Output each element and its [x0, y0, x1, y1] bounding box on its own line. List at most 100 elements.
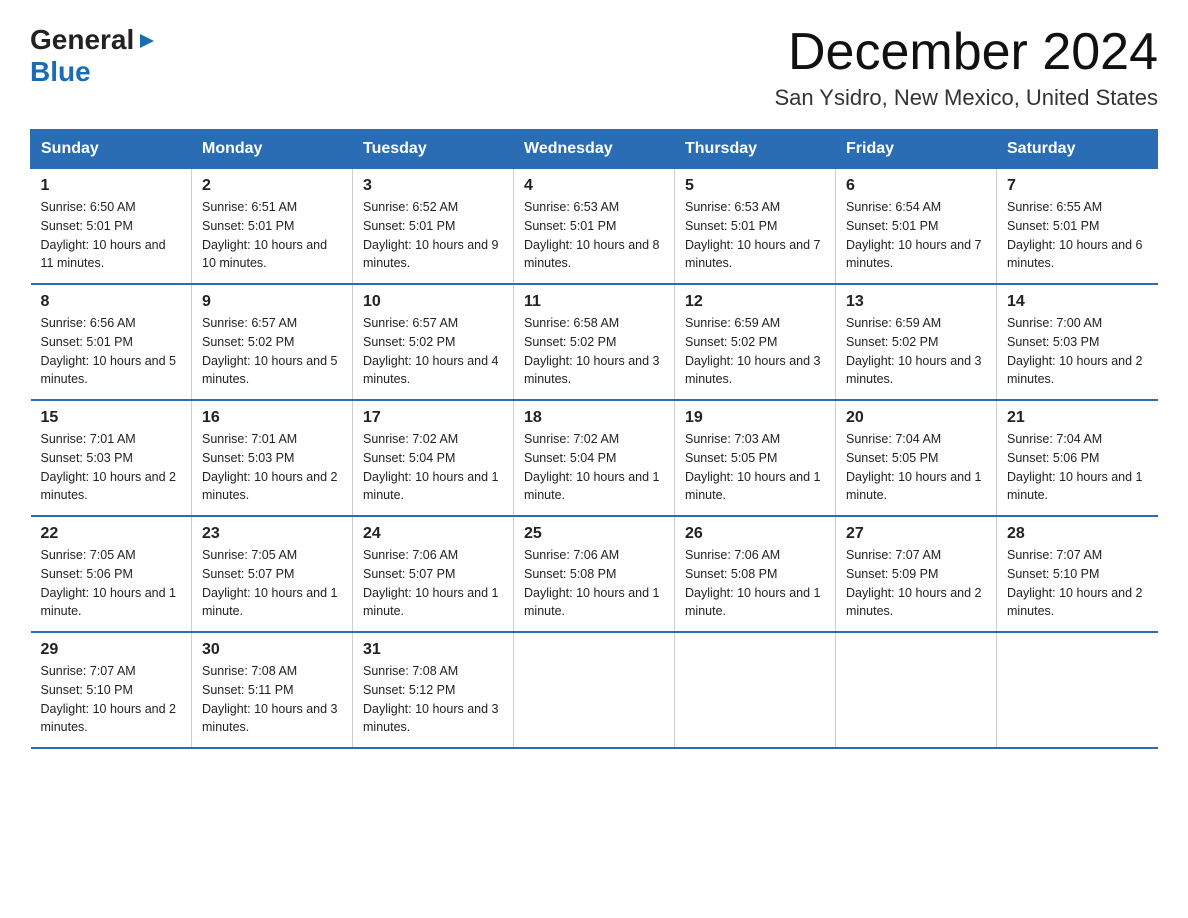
calendar-day-cell — [997, 632, 1158, 748]
day-number: 21 — [1007, 409, 1148, 427]
day-info: Sunrise: 7:07 AMSunset: 5:10 PMDaylight:… — [41, 662, 182, 737]
calendar-day-cell: 5Sunrise: 6:53 AMSunset: 5:01 PMDaylight… — [675, 169, 836, 285]
calendar-day-cell: 28 Sunrise: 7:07 AMSunset: 5:10 PMDayligh… — [997, 516, 1158, 632]
day-number: 1 — [41, 177, 182, 195]
header-friday: Friday — [836, 130, 997, 169]
calendar-week-row: 1Sunrise: 6:50 AMSunset: 5:01 PMDaylight… — [31, 169, 1158, 285]
calendar-day-cell: 13Sunrise: 6:59 AMSunset: 5:02 PMDayligh… — [836, 284, 997, 400]
calendar-header-row: SundayMondayTuesdayWednesdayThursdayFrid… — [31, 130, 1158, 169]
day-number: 17 — [363, 409, 503, 427]
logo-triangle-icon — [136, 30, 158, 52]
calendar-day-cell: 19 Sunrise: 7:03 AMSunset: 5:05 PMDayligh… — [675, 400, 836, 516]
day-number: 26 — [685, 525, 825, 543]
day-number: 14 — [1007, 293, 1148, 311]
day-info: Sunrise: 6:54 AMSunset: 5:01 PMDaylight:… — [846, 198, 986, 273]
day-number: 13 — [846, 293, 986, 311]
day-number: 16 — [202, 409, 342, 427]
calendar-day-cell: 3Sunrise: 6:52 AMSunset: 5:01 PMDaylight… — [353, 169, 514, 285]
day-info: Sunrise: 7:03 AMSunset: 5:05 PMDaylight:… — [685, 430, 825, 505]
calendar-day-cell — [514, 632, 675, 748]
calendar-day-cell: 17 Sunrise: 7:02 AMSunset: 5:04 PMDayligh… — [353, 400, 514, 516]
day-info: Sunrise: 7:08 AMSunset: 5:11 PMDaylight:… — [202, 662, 342, 737]
day-number: 31 — [363, 641, 503, 659]
calendar-day-cell: 12Sunrise: 6:59 AMSunset: 5:02 PMDayligh… — [675, 284, 836, 400]
header-monday: Monday — [192, 130, 353, 169]
day-info: Sunrise: 7:06 AMSunset: 5:08 PMDaylight:… — [524, 546, 664, 621]
day-number: 2 — [202, 177, 342, 195]
header-sunday: Sunday — [31, 130, 192, 169]
day-number: 20 — [846, 409, 986, 427]
day-number: 9 — [202, 293, 342, 311]
calendar-day-cell: 25Sunrise: 7:06 AMSunset: 5:08 PMDayligh… — [514, 516, 675, 632]
calendar-day-cell: 31 Sunrise: 7:08 AMSunset: 5:12 PMDayligh… — [353, 632, 514, 748]
day-info: Sunrise: 6:57 AMSunset: 5:02 PMDaylight:… — [363, 314, 503, 389]
logo-general: General — [30, 24, 134, 56]
page-header: General Blue December 2024 San Ysidro, N… — [30, 24, 1158, 111]
calendar-table: SundayMondayTuesdayWednesdayThursdayFrid… — [30, 129, 1158, 749]
day-number: 3 — [363, 177, 503, 195]
calendar-day-cell: 4Sunrise: 6:53 AMSunset: 5:01 PMDaylight… — [514, 169, 675, 285]
day-number: 4 — [524, 177, 664, 195]
day-info: Sunrise: 7:06 AMSunset: 5:08 PMDaylight:… — [685, 546, 825, 621]
calendar-day-cell: 29 Sunrise: 7:07 AMSunset: 5:10 PMDayligh… — [31, 632, 192, 748]
day-info: Sunrise: 6:57 AMSunset: 5:02 PMDaylight:… — [202, 314, 342, 389]
day-info: Sunrise: 7:07 AMSunset: 5:09 PMDaylight:… — [846, 546, 986, 621]
day-info: Sunrise: 7:01 AMSunset: 5:03 PMDaylight:… — [202, 430, 342, 505]
calendar-day-cell: 30 Sunrise: 7:08 AMSunset: 5:11 PMDayligh… — [192, 632, 353, 748]
header-tuesday: Tuesday — [353, 130, 514, 169]
day-number: 7 — [1007, 177, 1148, 195]
logo-blue: Blue — [30, 56, 91, 87]
month-title: December 2024 — [774, 24, 1158, 81]
day-info: Sunrise: 7:02 AMSunset: 5:04 PMDaylight:… — [363, 430, 503, 505]
calendar-day-cell: 21Sunrise: 7:04 AMSunset: 5:06 PMDayligh… — [997, 400, 1158, 516]
day-number: 18 — [524, 409, 664, 427]
day-number: 8 — [41, 293, 182, 311]
calendar-day-cell: 23Sunrise: 7:05 AMSunset: 5:07 PMDayligh… — [192, 516, 353, 632]
day-info: Sunrise: 6:51 AMSunset: 5:01 PMDaylight:… — [202, 198, 342, 273]
calendar-day-cell: 7 Sunrise: 6:55 AMSunset: 5:01 PMDaylight… — [997, 169, 1158, 285]
calendar-day-cell: 6 Sunrise: 6:54 AMSunset: 5:01 PMDaylight… — [836, 169, 997, 285]
calendar-day-cell — [836, 632, 997, 748]
header-thursday: Thursday — [675, 130, 836, 169]
calendar-day-cell: 1Sunrise: 6:50 AMSunset: 5:01 PMDaylight… — [31, 169, 192, 285]
day-number: 6 — [846, 177, 986, 195]
day-info: Sunrise: 7:07 AMSunset: 5:10 PMDaylight:… — [1007, 546, 1148, 621]
day-number: 19 — [685, 409, 825, 427]
calendar-day-cell: 24Sunrise: 7:06 AMSunset: 5:07 PMDayligh… — [353, 516, 514, 632]
day-info: Sunrise: 7:04 AMSunset: 5:05 PMDaylight:… — [846, 430, 986, 505]
day-number: 22 — [41, 525, 182, 543]
day-number: 15 — [41, 409, 182, 427]
header-wednesday: Wednesday — [514, 130, 675, 169]
day-number: 10 — [363, 293, 503, 311]
day-number: 12 — [685, 293, 825, 311]
calendar-day-cell: 26 Sunrise: 7:06 AMSunset: 5:08 PMDayligh… — [675, 516, 836, 632]
calendar-day-cell: 10 Sunrise: 6:57 AMSunset: 5:02 PMDayligh… — [353, 284, 514, 400]
calendar-week-row: 8 Sunrise: 6:56 AMSunset: 5:01 PMDaylight… — [31, 284, 1158, 400]
day-info: Sunrise: 7:05 AMSunset: 5:07 PMDaylight:… — [202, 546, 342, 621]
day-info: Sunrise: 7:08 AMSunset: 5:12 PMDaylight:… — [363, 662, 503, 737]
location-subtitle: San Ysidro, New Mexico, United States — [774, 85, 1158, 111]
day-info: Sunrise: 7:06 AMSunset: 5:07 PMDaylight:… — [363, 546, 503, 621]
day-number: 27 — [846, 525, 986, 543]
day-info: Sunrise: 7:05 AMSunset: 5:06 PMDaylight:… — [41, 546, 182, 621]
calendar-day-cell: 16 Sunrise: 7:01 AMSunset: 5:03 PMDayligh… — [192, 400, 353, 516]
logo: General Blue — [30, 24, 158, 88]
calendar-day-cell: 22 Sunrise: 7:05 AMSunset: 5:06 PMDayligh… — [31, 516, 192, 632]
calendar-day-cell — [675, 632, 836, 748]
calendar-day-cell: 20 Sunrise: 7:04 AMSunset: 5:05 PMDayligh… — [836, 400, 997, 516]
day-number: 28 — [1007, 525, 1148, 543]
calendar-day-cell: 27 Sunrise: 7:07 AMSunset: 5:09 PMDayligh… — [836, 516, 997, 632]
calendar-day-cell: 14Sunrise: 7:00 AMSunset: 5:03 PMDayligh… — [997, 284, 1158, 400]
calendar-day-cell: 9 Sunrise: 6:57 AMSunset: 5:02 PMDaylight… — [192, 284, 353, 400]
day-info: Sunrise: 7:01 AMSunset: 5:03 PMDaylight:… — [41, 430, 182, 505]
calendar-day-cell: 8 Sunrise: 6:56 AMSunset: 5:01 PMDaylight… — [31, 284, 192, 400]
day-info: Sunrise: 6:56 AMSunset: 5:01 PMDaylight:… — [41, 314, 182, 389]
calendar-day-cell: 11Sunrise: 6:58 AMSunset: 5:02 PMDayligh… — [514, 284, 675, 400]
day-info: Sunrise: 6:58 AMSunset: 5:02 PMDaylight:… — [524, 314, 664, 389]
calendar-day-cell: 18 Sunrise: 7:02 AMSunset: 5:04 PMDayligh… — [514, 400, 675, 516]
day-number: 30 — [202, 641, 342, 659]
day-number: 29 — [41, 641, 182, 659]
day-number: 5 — [685, 177, 825, 195]
day-info: Sunrise: 7:02 AMSunset: 5:04 PMDaylight:… — [524, 430, 664, 505]
day-info: Sunrise: 6:55 AMSunset: 5:01 PMDaylight:… — [1007, 198, 1148, 273]
